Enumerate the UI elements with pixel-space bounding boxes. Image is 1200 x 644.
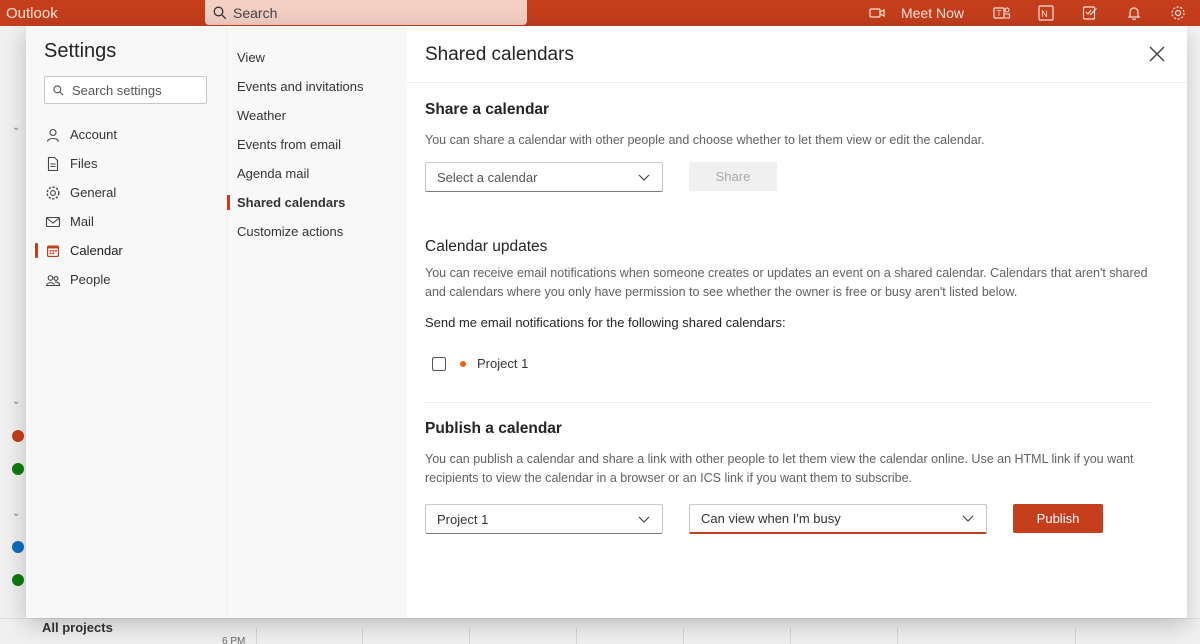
gear-icon	[44, 184, 62, 202]
shared-calendar-name: Project 1	[477, 356, 529, 371]
top-actions: Meet Now T N	[869, 0, 1200, 26]
calendar-color-mark	[12, 463, 24, 475]
category-label: Mail	[70, 214, 94, 229]
subcategory-weather[interactable]: Weather	[227, 101, 408, 130]
people-icon	[44, 271, 62, 289]
category-label: Files	[70, 156, 98, 171]
background-bottom-strip	[0, 618, 1200, 644]
header-divider	[407, 82, 1187, 83]
settings-search-input[interactable]	[72, 82, 192, 98]
publish-button[interactable]: Publish	[1013, 504, 1103, 533]
subcategory-agenda-mail[interactable]: Agenda mail	[227, 159, 408, 188]
grid-line	[469, 628, 470, 644]
publish-heading: Publish a calendar	[425, 420, 562, 437]
calendar-icon	[44, 242, 62, 260]
grid-line	[1075, 628, 1076, 644]
subcategory-events-from-email[interactable]: Events from email	[227, 130, 408, 159]
category-files[interactable]: Files	[26, 149, 226, 178]
category-label: People	[70, 272, 111, 287]
category-calendar[interactable]: Calendar	[26, 236, 226, 265]
chevron-down-icon: ⌄	[12, 396, 21, 407]
global-search-label: Search	[233, 4, 278, 21]
search-icon	[213, 6, 227, 19]
share-description: You can share a calendar with other peop…	[425, 133, 985, 147]
svg-text:T: T	[997, 9, 1002, 18]
grid-line	[362, 628, 363, 644]
subcategory-shared-calendars[interactable]: Shared calendars	[227, 188, 408, 217]
meet-now-label: Meet Now	[900, 5, 964, 21]
calendar-color-dot	[460, 360, 466, 367]
publish-permission-value: Can view when I'm busy	[701, 511, 841, 526]
onenote-icon[interactable]: N	[1024, 0, 1068, 26]
bell-icon[interactable]	[1112, 0, 1156, 26]
settings-categories-pane: Settings Account Files General Mail	[26, 26, 226, 618]
time-label: 6 PM	[222, 636, 246, 644]
settings-category-list: Account Files General Mail Calendar Peop…	[26, 120, 226, 294]
close-icon	[1149, 46, 1165, 62]
grid-line	[576, 628, 577, 644]
publish-calendar-value: Project 1	[437, 511, 489, 527]
publish-calendar-dropdown[interactable]: Project 1	[425, 504, 663, 534]
subcategory-view[interactable]: View	[227, 43, 408, 72]
close-button[interactable]	[1145, 42, 1169, 66]
search-icon	[53, 84, 64, 95]
grid-line	[683, 628, 684, 644]
select-calendar-dropdown[interactable]: Select a calendar	[425, 162, 663, 192]
app-title[interactable]: Outlook	[0, 5, 204, 22]
shared-calendar-row[interactable]: Project 1	[432, 356, 528, 371]
chevron-down-icon: ⌄	[12, 122, 21, 133]
category-label: General	[70, 185, 117, 200]
settings-title: Settings	[44, 40, 117, 62]
updates-heading: Calendar updates	[425, 238, 548, 255]
subcategory-customize-actions[interactable]: Customize actions	[227, 217, 408, 246]
publish-description: You can publish a calendar and share a l…	[425, 452, 1134, 485]
grid-line	[256, 628, 257, 644]
file-icon	[44, 155, 62, 173]
category-label: Calendar	[70, 243, 123, 258]
subcategory-list: View Events and invitations Weather Even…	[227, 43, 408, 246]
person-icon	[44, 126, 62, 144]
calendar-color-mark	[12, 541, 24, 553]
chevron-down-icon: ⌄	[12, 508, 21, 519]
top-bar: Outlook Search Meet Now T N	[0, 0, 1200, 26]
category-label: Account	[70, 127, 117, 142]
mail-icon	[44, 213, 62, 231]
all-projects-label: All projects	[42, 620, 113, 635]
shared-calendars-panel: Shared calendars Share a calendar You ca…	[407, 26, 1187, 618]
section-divider	[425, 402, 1153, 403]
category-general[interactable]: General	[26, 178, 226, 207]
calendar-color-mark	[12, 574, 24, 586]
category-account[interactable]: Account	[26, 120, 226, 149]
meet-now-button[interactable]: Meet Now	[869, 5, 980, 21]
grid-line	[897, 628, 898, 644]
chevron-down-icon	[638, 174, 650, 181]
share-button[interactable]: Share	[689, 162, 777, 191]
select-calendar-placeholder: Select a calendar	[437, 169, 538, 185]
todo-icon[interactable]	[1068, 0, 1112, 26]
panel-title: Shared calendars	[425, 44, 574, 65]
calendar-subcategories-pane: View Events and invitations Weather Even…	[226, 26, 407, 618]
subcategory-events-invitations[interactable]: Events and invitations	[227, 72, 408, 101]
updates-description: You can receive email notifications when…	[425, 266, 1148, 299]
notification-checkbox[interactable]	[432, 356, 446, 371]
category-mail[interactable]: Mail	[26, 207, 226, 236]
global-search[interactable]: Search	[205, 0, 527, 25]
notifications-prompt: Send me email notifications for the foll…	[425, 315, 786, 330]
grid-line	[790, 628, 791, 644]
calendar-color-mark	[12, 430, 24, 442]
settings-gear-icon[interactable]	[1156, 0, 1200, 26]
settings-search-box[interactable]	[44, 76, 207, 104]
chevron-down-icon	[962, 515, 974, 522]
teams-icon[interactable]: T	[980, 0, 1024, 26]
svg-text:N: N	[1041, 9, 1048, 19]
publish-permission-dropdown[interactable]: Can view when I'm busy	[689, 504, 987, 534]
category-people[interactable]: People	[26, 265, 226, 294]
chevron-down-icon	[638, 516, 650, 523]
settings-dialog: Settings Account Files General Mail	[26, 26, 1187, 618]
video-camera-icon	[869, 8, 885, 18]
share-heading: Share a calendar	[425, 101, 550, 118]
